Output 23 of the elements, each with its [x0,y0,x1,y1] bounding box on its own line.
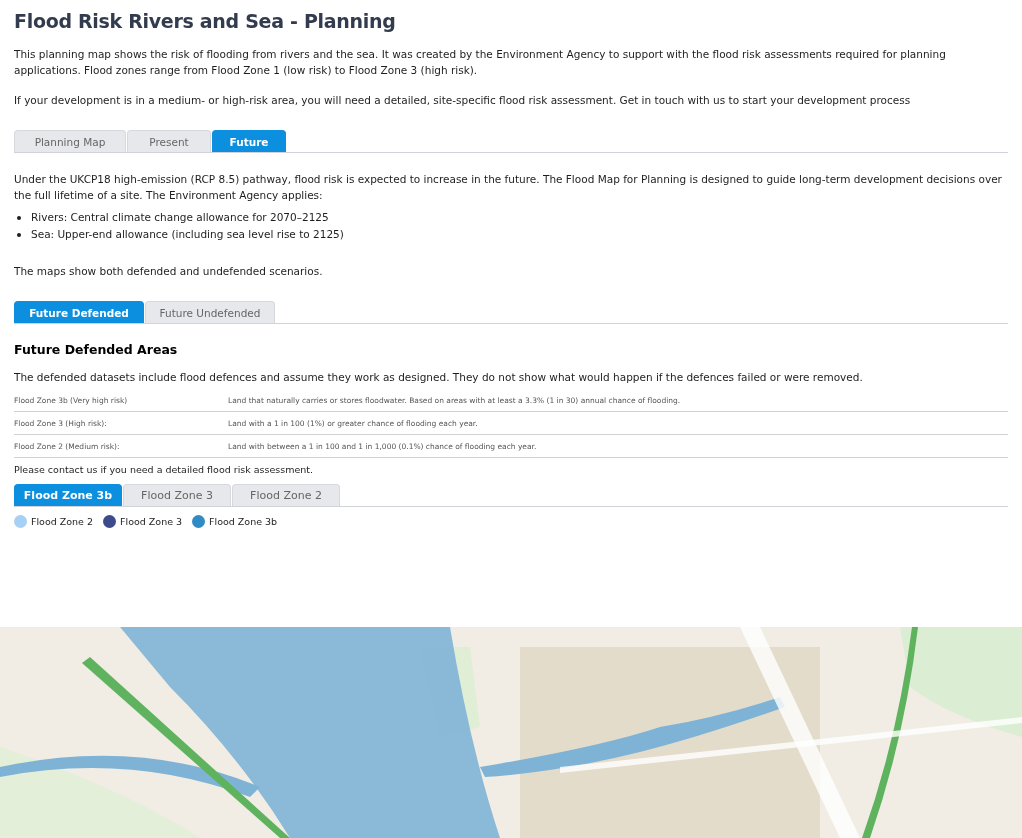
scenario-tab[interactable]: Future Defended [14,301,144,323]
section-paragraph: The defended datasets include flood defences and assume they work as designed. They do not show what would happen if the defences failed or were removed. [14,370,864,385]
section-heading: Future Defended Areas [14,342,179,357]
intro-paragraph: This planning map shows the risk of flooding from rivers and the sea. It was created by the Environment Agency to support with the flood risk assessments required for planning applications. Flood zones range from Flood Zone 1 (low risk) to Flood Zone 3 (high risk). [14,47,947,78]
future-paragraph: Under the UKCP18 high-emission (RCP 8.5) pathway, flood risk is expected to increase in the future. The Flood Map for Planning is designed to guide long-term development decisions over the full lifetime of a site. The Environment Agency applies: [14,172,1003,203]
bullet-text: Sea: Upper-end allowance (including sea level rise to 2125) [31,227,344,242]
contact-text: Please contact us if you need a detailed flood risk assessment. [14,464,315,475]
legend-label: Flood Zone 2 [31,516,94,527]
zone-tab[interactable]: Flood Zone 2 [232,484,340,506]
bullet-icon [17,215,21,220]
zone-tab[interactable]: Flood Zone 3 [123,484,231,506]
page-title: Flood Risk Rivers and Sea - Planning [14,10,397,32]
zone-tab[interactable]: Flood Zone 3b [14,484,122,506]
scenario-paragraph: The maps show both defended and undefended scenarios. [14,264,324,279]
map-tab[interactable]: Planning Map [14,130,126,152]
intro-paragraph: If your development is in a medium- or high-risk area, you will need a detailed, site-specific flood risk assessment. Get in touch with us to start your development process [14,93,912,108]
legend-label: Flood Zone 3 [120,516,183,527]
map-tab[interactable]: Present [127,130,211,152]
bullet-icon [17,232,21,237]
scenario-tab[interactable]: Future Undefended [145,301,275,323]
bullet-text: Rivers: Central climate change allowance for 2070–2125 [31,210,329,225]
map-tab[interactable]: Future [212,130,286,152]
legend-label: Flood Zone 3b [209,516,278,527]
